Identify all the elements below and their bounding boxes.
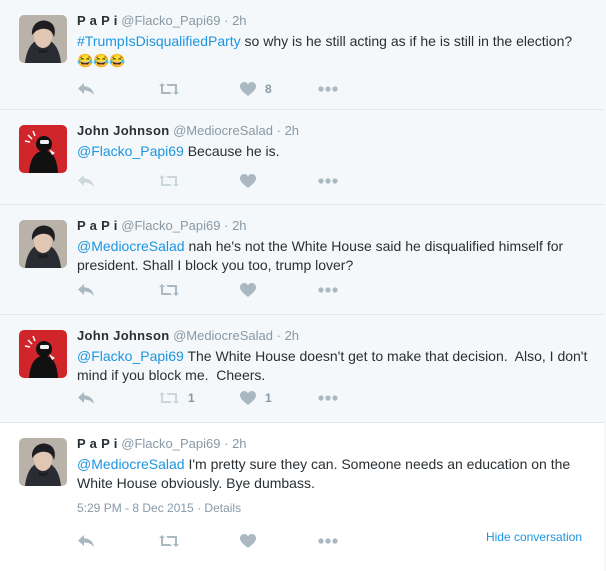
tweet-timestamp[interactable]: 5:29 PM - 8 Dec 2015 bbox=[77, 501, 194, 515]
tweet[interactable]: John Johnson @MediocreSalad · 2h @Flacko… bbox=[0, 315, 604, 423]
retweet-icon bbox=[159, 175, 179, 187]
like-button[interactable] bbox=[240, 280, 265, 300]
reply-button[interactable] bbox=[77, 79, 95, 99]
more-button[interactable] bbox=[318, 79, 338, 99]
reply-icon bbox=[78, 535, 94, 547]
tweet-username[interactable]: @Flacko_Papi69 bbox=[121, 436, 220, 451]
details-link[interactable]: Details bbox=[204, 501, 241, 515]
tweet-separator: · bbox=[276, 328, 281, 343]
heart-icon bbox=[240, 174, 256, 188]
tweet-fullname[interactable]: P a P i bbox=[77, 436, 118, 451]
tweet[interactable]: P a P i @Flacko_Papi69 · 2h #TrumpIsDisq… bbox=[0, 0, 604, 110]
tweet-username[interactable]: @Flacko_Papi69 bbox=[121, 218, 220, 233]
retweet-button[interactable] bbox=[159, 171, 188, 191]
mention-link[interactable]: @MediocreSalad bbox=[77, 238, 185, 254]
tweet[interactable]: P a P i @Flacko_Papi69 · 2h @MediocreSal… bbox=[0, 205, 604, 315]
retweet-button[interactable]: 1 bbox=[159, 388, 195, 408]
like-count: 8 bbox=[265, 82, 272, 96]
mention-link[interactable]: @MediocreSalad bbox=[77, 456, 185, 472]
more-icon bbox=[318, 178, 338, 184]
tweet-text: @Flacko_Papi69 Because he is. bbox=[77, 142, 588, 161]
avatar-papi bbox=[19, 15, 67, 63]
heart-icon bbox=[240, 283, 256, 297]
more-icon bbox=[318, 395, 338, 401]
like-button[interactable]: 8 bbox=[240, 79, 272, 99]
avatar[interactable] bbox=[19, 330, 67, 378]
tweet-username[interactable]: @MediocreSalad bbox=[173, 328, 273, 343]
more-icon bbox=[318, 287, 338, 293]
avatar-john bbox=[19, 330, 67, 378]
retweet-icon bbox=[159, 392, 179, 404]
tweet-separator: · bbox=[224, 218, 229, 233]
tweet-focused[interactable]: P a P i @Flacko_Papi69 · 2h @MediocreSal… bbox=[0, 423, 604, 571]
heart-icon bbox=[240, 391, 256, 405]
emoji-laughing: 😂😂😂 bbox=[77, 53, 126, 68]
reply-icon bbox=[78, 284, 94, 296]
retweet-button[interactable] bbox=[159, 79, 188, 99]
reply-button[interactable] bbox=[77, 280, 95, 300]
tweet-time[interactable]: 2h bbox=[232, 436, 246, 451]
retweet-count: 1 bbox=[188, 391, 195, 405]
avatar[interactable] bbox=[19, 125, 67, 173]
mention-link[interactable]: @Flacko_Papi69 bbox=[77, 348, 184, 364]
hashtag-link[interactable]: #TrumpIsDisqualifiedParty bbox=[77, 33, 241, 49]
like-button[interactable] bbox=[240, 171, 265, 191]
like-button[interactable]: 1 bbox=[240, 388, 272, 408]
reply-button[interactable] bbox=[77, 171, 95, 191]
tweet-fullname[interactable]: P a P i bbox=[77, 13, 118, 28]
retweet-icon bbox=[159, 284, 179, 296]
avatar-papi bbox=[19, 438, 67, 486]
tweet-text-body: so why is he still acting as if he is st… bbox=[240, 33, 573, 49]
tweet-text: @MediocreSalad I'm pretty sure they can.… bbox=[77, 455, 588, 493]
tweet-username[interactable]: @Flacko_Papi69 bbox=[121, 13, 220, 28]
avatar-papi bbox=[19, 220, 67, 268]
avatar[interactable] bbox=[19, 438, 67, 486]
tweet-fullname[interactable]: P a P i bbox=[77, 218, 118, 233]
tweet-metadata: 5:29 PM - 8 Dec 2015 · Details bbox=[77, 501, 242, 515]
retweet-icon bbox=[159, 535, 179, 547]
tweet[interactable]: John Johnson @MediocreSalad · 2h @Flacko… bbox=[0, 110, 604, 205]
tweet-fullname[interactable]: John Johnson bbox=[77, 123, 169, 138]
tweet-text-body: Because he is. bbox=[183, 143, 280, 159]
tweet-fullname[interactable]: John Johnson bbox=[77, 328, 169, 343]
more-button[interactable] bbox=[318, 388, 338, 408]
reply-button[interactable] bbox=[77, 531, 95, 551]
like-count: 1 bbox=[265, 391, 272, 405]
tweet-time[interactable]: 2h bbox=[285, 123, 299, 138]
reply-icon bbox=[78, 83, 94, 95]
more-button[interactable] bbox=[318, 280, 338, 300]
like-button[interactable] bbox=[240, 531, 265, 551]
tweet-text: #TrumpIsDisqualifiedParty so why is he s… bbox=[77, 32, 588, 70]
heart-icon bbox=[240, 534, 256, 548]
more-button[interactable] bbox=[318, 531, 338, 551]
tweet-text: @MediocreSalad nah he's not the White Ho… bbox=[77, 237, 588, 275]
reply-button[interactable] bbox=[77, 388, 95, 408]
tweet-text: @Flacko_Papi69 The White House doesn't g… bbox=[77, 347, 588, 385]
more-button[interactable] bbox=[318, 171, 338, 191]
hide-conversation-link[interactable]: Hide conversation bbox=[486, 530, 582, 544]
tweet-time[interactable]: 2h bbox=[232, 13, 246, 28]
tweet-separator: · bbox=[224, 13, 229, 28]
tweet-time[interactable]: 2h bbox=[285, 328, 299, 343]
reply-icon bbox=[78, 392, 94, 404]
retweet-icon bbox=[159, 83, 179, 95]
avatar-john bbox=[19, 125, 67, 173]
more-icon bbox=[318, 538, 338, 544]
retweet-button[interactable] bbox=[159, 531, 188, 551]
more-icon bbox=[318, 86, 338, 92]
avatar[interactable] bbox=[19, 220, 67, 268]
retweet-button[interactable] bbox=[159, 280, 188, 300]
conversation-timeline: P a P i @Flacko_Papi69 · 2h #TrumpIsDisq… bbox=[0, 0, 606, 571]
avatar[interactable] bbox=[19, 15, 67, 63]
reply-icon bbox=[78, 175, 94, 187]
heart-icon bbox=[240, 82, 256, 96]
tweet-separator: · bbox=[276, 123, 281, 138]
mention-link[interactable]: @Flacko_Papi69 bbox=[77, 143, 184, 159]
tweet-separator: · bbox=[224, 436, 229, 451]
tweet-username[interactable]: @MediocreSalad bbox=[173, 123, 273, 138]
tweet-time[interactable]: 2h bbox=[232, 218, 246, 233]
